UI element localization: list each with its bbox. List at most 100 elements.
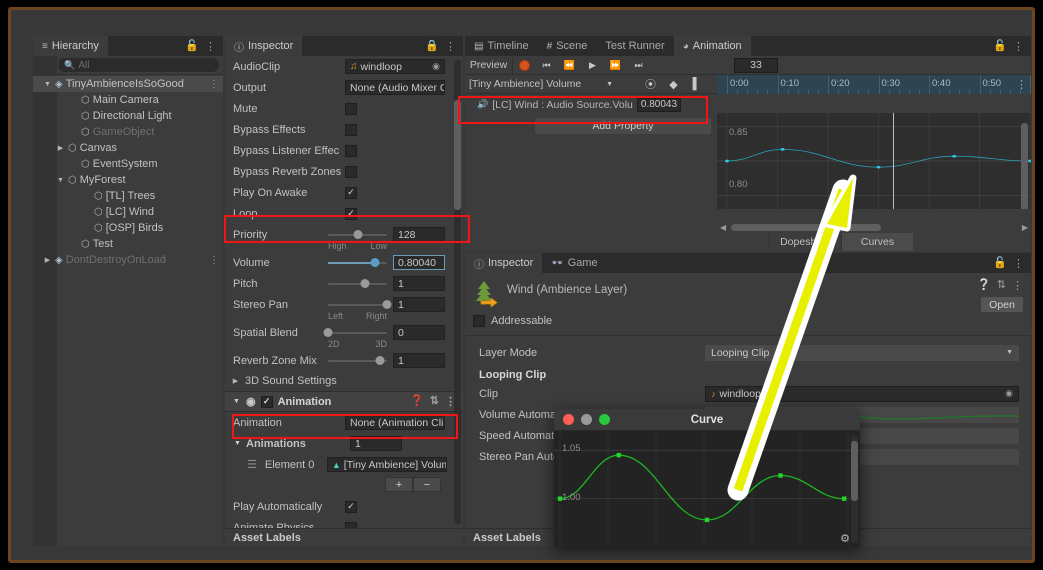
tab-scene[interactable]: # Scene <box>537 36 597 56</box>
inspector-asset-labels[interactable]: Asset Labels <box>225 528 463 546</box>
hierarchy-menu-icon[interactable]: ⋮ <box>205 40 216 53</box>
play-button[interactable]: ▶ <box>581 57 604 74</box>
pitch-slider-knob[interactable] <box>360 279 370 288</box>
curve-popup-titlebar[interactable]: Curve <box>554 409 860 431</box>
inspector-scrollbar[interactable] <box>454 60 461 524</box>
reverb-zone-mix-value-field[interactable]: 1 <box>393 353 445 368</box>
preset-icon[interactable]: ⇅ <box>430 396 439 407</box>
object-picker-icon[interactable]: ◉ <box>432 61 440 72</box>
tab-dopesheet[interactable]: Dopesheet <box>769 233 841 251</box>
curve-keyframe[interactable] <box>704 517 710 523</box>
add-property-button[interactable]: Add Property <box>535 118 711 134</box>
curve-popup-scrollbar-thumb[interactable] <box>851 441 858 501</box>
scroll-left-icon[interactable]: ◀ <box>717 223 729 232</box>
object-picker-icon[interactable]: ◉ <box>1005 388 1013 399</box>
stereo-pan-slider[interactable] <box>328 300 392 309</box>
curve-vscrollbar[interactable] <box>1021 115 1028 209</box>
lock-icon[interactable]: 🔓 <box>993 40 1007 52</box>
playhead[interactable] <box>893 113 894 209</box>
animation-property-row[interactable]: 🔊 [LC] Wind : Audio Source.Volu 0.80043 <box>469 96 709 113</box>
panel-menu-icon[interactable]: ⋮ <box>1013 40 1024 53</box>
animation-hscrollbar[interactable]: ◀ ▶ <box>717 222 1031 233</box>
curve-keyframe[interactable] <box>778 473 783 478</box>
hierarchy-search-input[interactable]: 🔍 All <box>58 58 219 72</box>
priority-slider-knob[interactable] <box>353 230 362 239</box>
loop-checkbox[interactable]: ✓ <box>345 207 357 220</box>
clip-field[interactable]: ♪ windloop ◉ <box>705 385 1019 402</box>
add-element-button[interactable]: + <box>385 477 413 492</box>
preview-button[interactable]: Preview <box>465 56 513 74</box>
hierarchy-item-canvas[interactable]: ▶ ⬡ Canvas <box>33 140 223 156</box>
play-automatically-checkbox[interactable]: ✓ <box>345 500 357 513</box>
hierarchy-item-tinyambienceissogood[interactable]: ▼ ◈ TinyAmbienceIsSoGood ⋮ <box>33 76 223 92</box>
curve-keyframe[interactable] <box>616 452 621 458</box>
tab-timeline[interactable]: ▤ Timeline <box>465 36 538 56</box>
tab-animation[interactable]: ◕ Animation <box>673 36 751 56</box>
priority-slider[interactable] <box>328 230 387 239</box>
hierarchy-item-osp-birds[interactable]: ▶⬡[OSP] Birds <box>33 220 223 236</box>
animation-component-header[interactable]: ▼ ◉ ✓ Animation ❓ ⇅ ⋮ <box>225 391 463 412</box>
animation-hscrollbar-thumb[interactable] <box>731 224 882 231</box>
curve-keyframe[interactable] <box>842 496 847 501</box>
record-button[interactable] <box>513 59 535 71</box>
animation-enabled-checkbox[interactable]: ✓ <box>260 395 273 408</box>
3d-sound-settings-foldout[interactable]: ▶ 3D Sound Settings <box>225 371 463 391</box>
lock-icon[interactable]: 🔓 <box>185 40 199 52</box>
preset-icon[interactable]: ⇅ <box>997 280 1006 291</box>
curve-keyframe[interactable] <box>952 154 957 158</box>
add-keyframe-icon[interactable]: ⦿ <box>639 76 662 93</box>
drag-handle-icon[interactable]: ☰ <box>247 458 257 471</box>
help-icon[interactable]: ❔ <box>977 280 991 291</box>
curve-keyframe[interactable] <box>1028 159 1031 163</box>
tab-test-runner[interactable]: Test Runner <box>596 36 674 56</box>
layer-mode-dropdown[interactable]: Looping Clip ▼ <box>705 344 1019 361</box>
mute-checkbox[interactable] <box>345 102 357 115</box>
volume-value-field[interactable]: 0.80040 <box>393 255 445 270</box>
lock-icon[interactable]: 🔒 <box>425 40 439 52</box>
chevron-right-icon[interactable]: ▶ <box>43 256 52 264</box>
audioclip-field[interactable]: ♫ windloop ◉ <box>345 59 445 74</box>
lock-icon[interactable]: 🔓 <box>993 257 1007 269</box>
add-marker-icon[interactable]: ▌ <box>685 76 708 93</box>
gear-icon[interactable]: ⚙ <box>840 532 850 545</box>
curve-keyframe[interactable] <box>780 148 785 151</box>
animation-property-value[interactable]: 0.80043 <box>636 97 682 112</box>
tab-inspector[interactable]: ⓘ Inspector <box>225 36 303 56</box>
scroll-right-icon[interactable]: ▶ <box>1019 223 1031 232</box>
asset-menu-icon[interactable]: ⋮ <box>1012 279 1023 292</box>
animations-array-row[interactable]: ▼ Animations 1 <box>225 433 463 454</box>
bypass-effects-checkbox[interactable] <box>345 123 357 136</box>
open-button[interactable]: Open <box>981 297 1023 312</box>
stereo-pan-slider-knob[interactable] <box>382 300 392 309</box>
curve-popup-scrollbar[interactable] <box>851 435 858 543</box>
animation-curve-view[interactable]: 0.850.800.75 <box>717 113 1031 209</box>
hierarchy-item-main-camera[interactable]: ▶⬡Main Camera <box>33 92 223 108</box>
reverb-zone-mix-slider-knob[interactable] <box>375 356 385 365</box>
chevron-down-icon[interactable]: ▼ <box>56 177 65 184</box>
animation-clip-field[interactable]: None (Animation Clip ◉ <box>345 415 445 430</box>
hierarchy-item-gameobject[interactable]: ▶⬡GameObject <box>33 124 223 140</box>
spatial-blend-slider[interactable] <box>323 328 387 337</box>
curve-popup-graph[interactable]: 1.05 1.00 ⚙ <box>554 431 860 547</box>
bypass-listener-effec-checkbox[interactable] <box>345 144 357 157</box>
chevron-right-icon[interactable]: ▶ <box>56 144 65 152</box>
hierarchy-item-test[interactable]: ▶⬡Test <box>33 236 223 252</box>
last-keyframe-button[interactable]: ⏭ <box>627 57 650 74</box>
timeline-ruler[interactable]: 0:000:100:200:300:400:501:00⋮ <box>717 75 1031 94</box>
priority-value-field[interactable]: 128 <box>393 227 445 242</box>
tab-curves[interactable]: Curves <box>841 233 913 251</box>
help-icon[interactable]: ❓ <box>410 396 424 407</box>
tab-game[interactable]: 👓 Game <box>542 253 607 273</box>
curve-keyframe[interactable] <box>725 159 729 163</box>
chevron-down-icon[interactable]: ▼ <box>43 81 52 88</box>
element0-field[interactable]: ▲ [Tiny Ambience] Volum ◉ <box>326 457 447 472</box>
volume-slider-knob[interactable] <box>370 258 380 267</box>
hierarchy-item-tl-trees[interactable]: ▶⬡[TL] Trees <box>33 188 223 204</box>
curve-keyframe[interactable] <box>876 165 881 169</box>
clip-selector-dropdown[interactable]: [Tiny Ambience] Volume ▼ <box>465 76 617 92</box>
inspector-menu-icon[interactable]: ⋮ <box>445 40 456 53</box>
hierarchy-item-menu-icon[interactable]: ⋮ <box>209 79 219 90</box>
remove-element-button[interactable]: − <box>413 477 441 492</box>
panel-menu-icon[interactable]: ⋮ <box>1013 257 1024 270</box>
pitch-slider[interactable] <box>328 279 387 288</box>
